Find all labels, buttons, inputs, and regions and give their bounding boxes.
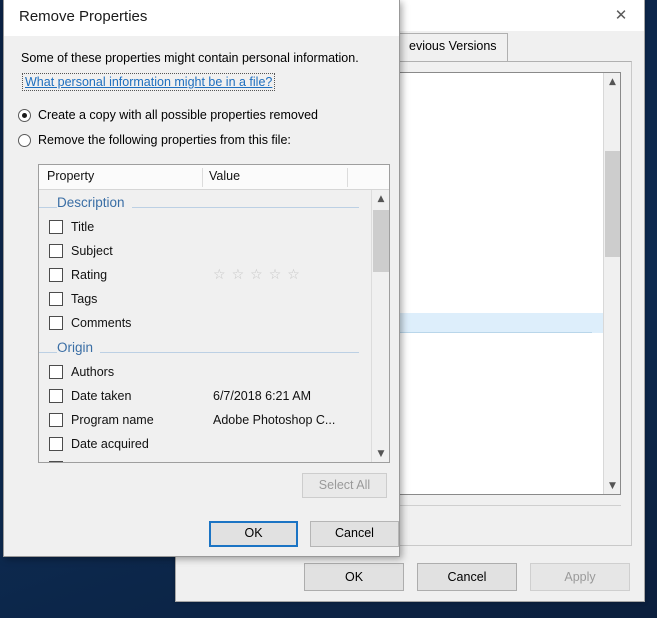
checkbox-program-name[interactable] [49, 413, 63, 427]
personal-info-help-link[interactable]: What personal information might be in a … [21, 73, 276, 91]
checkbox-tags[interactable] [49, 292, 63, 306]
scrollbar-thumb[interactable] [605, 151, 620, 257]
remove-properties-dialog[interactable]: Remove Properties Some of these properti… [3, 0, 400, 557]
select-all-button: Select All [302, 473, 387, 498]
dialog-ok-button[interactable]: OK [209, 521, 298, 547]
radio-create-copy-label: Create a copy with all possible properti… [38, 108, 318, 122]
dialog-description: Some of these properties might contain p… [21, 51, 359, 65]
window-cancel-button[interactable]: Cancel [417, 563, 517, 591]
property-row[interactable]: Date taken 6/7/2018 6:21 AM [39, 384, 371, 408]
star-icon[interactable]: ☆ [287, 268, 300, 282]
scrollbar-thumb[interactable] [373, 210, 389, 272]
radio-indicator-unselected [18, 133, 31, 147]
property-value: Adobe Photoshop C... [213, 413, 336, 427]
property-row[interactable]: Date acquired [39, 432, 371, 456]
star-icon[interactable]: ☆ [232, 268, 245, 282]
property-name: Copyright [71, 461, 213, 462]
property-name: Program name [71, 413, 154, 427]
checkbox-comments[interactable] [49, 316, 63, 330]
window-ok-button[interactable]: OK [304, 563, 404, 591]
checkbox-copyright[interactable] [49, 461, 63, 462]
checkbox-date-taken[interactable] [49, 389, 63, 403]
dialog-title: Remove Properties [19, 8, 148, 25]
section-header: Origin [39, 335, 371, 360]
property-name: Authors [71, 365, 115, 379]
chevron-up-icon[interactable]: ▲ [372, 190, 390, 207]
header-divider-2 [347, 168, 348, 187]
property-row[interactable]: Rating ☆ ☆ ☆ ☆ ☆ [39, 263, 371, 287]
radio-remove-properties-label: Remove the following properties from thi… [38, 133, 291, 147]
window-button-bar: OK Cancel Apply [304, 563, 630, 591]
column-header-value: Value [209, 169, 241, 183]
property-row[interactable]: Subject [39, 239, 371, 263]
property-name: Tags [71, 292, 98, 306]
checkbox-authors[interactable] [49, 365, 63, 379]
properties-list-scrollbar[interactable]: ▲ ▼ [603, 73, 620, 494]
property-name: Subject [71, 244, 113, 258]
properties-table-scrollbar[interactable]: ▲ ▼ [371, 190, 389, 462]
property-value: 6/7/2018 6:21 AM [213, 389, 311, 403]
checkbox-subject[interactable] [49, 244, 63, 258]
chevron-up-icon[interactable]: ▲ [604, 73, 620, 90]
property-row[interactable]: Copyright [39, 456, 371, 462]
property-name: Title [71, 220, 95, 234]
radio-indicator-selected [18, 108, 31, 122]
properties-table-header: Property Value [39, 165, 389, 190]
properties-table[interactable]: Property Value Description Title Subject Ra… [38, 164, 390, 463]
property-row[interactable]: Authors [39, 360, 371, 384]
chevron-down-icon[interactable]: ▼ [604, 477, 620, 494]
dialog-button-bar: OK Cancel [209, 521, 399, 547]
property-name: Rating [71, 268, 108, 282]
section-title: Description [57, 195, 132, 210]
property-name: Date taken [71, 389, 132, 403]
property-row[interactable]: Comments [39, 311, 371, 335]
checkbox-date-acquired[interactable] [49, 437, 63, 451]
tab-previous-versions[interactable]: evious Versions [398, 33, 508, 61]
rating-stars[interactable]: ☆ ☆ ☆ ☆ ☆ [213, 268, 300, 282]
column-header-property: Property [47, 169, 95, 183]
header-divider-1 [202, 168, 203, 187]
section-header: Description [39, 190, 371, 215]
property-row[interactable]: Tags [39, 287, 371, 311]
properties-rows-container[interactable]: Description Title Subject Rating ☆ ☆ ☆ ☆ ☆ Tags Co… [39, 190, 371, 462]
chevron-down-icon[interactable]: ▼ [372, 445, 390, 462]
property-name: Comments [71, 316, 132, 330]
checkbox-rating[interactable] [49, 268, 63, 282]
property-name: Date acquired [71, 437, 149, 451]
checkbox-title[interactable] [49, 220, 63, 234]
section-title: Origin [57, 340, 101, 355]
dialog-cancel-button[interactable]: Cancel [310, 521, 399, 547]
star-icon[interactable]: ☆ [250, 268, 263, 282]
property-row[interactable]: Title [39, 215, 371, 239]
star-icon[interactable]: ☆ [269, 268, 282, 282]
radio-remove-properties[interactable]: Remove the following properties from thi… [18, 133, 291, 147]
window-apply-button: Apply [530, 563, 630, 591]
property-row[interactable]: Program name Adobe Photoshop C... [39, 408, 371, 432]
radio-create-copy[interactable]: Create a copy with all possible properti… [18, 108, 318, 122]
close-icon[interactable]: ✕ [598, 0, 644, 30]
star-icon[interactable]: ☆ [213, 268, 226, 282]
